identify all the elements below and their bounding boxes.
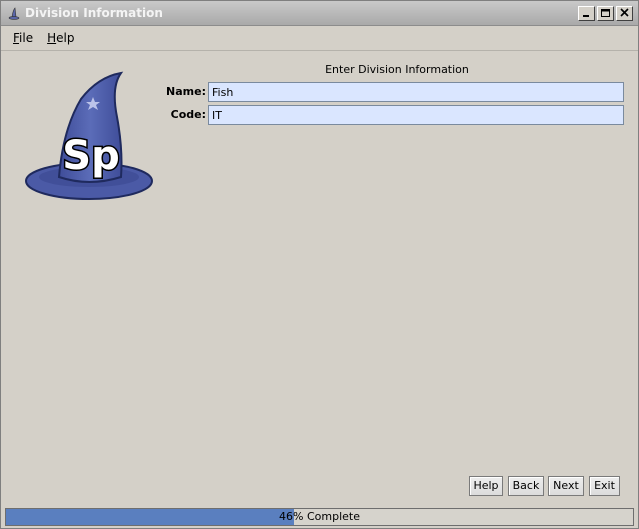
window-controls [576, 6, 633, 21]
menu-help[interactable]: Help [41, 27, 82, 49]
code-input[interactable] [208, 105, 624, 125]
progress-bar: 46% Complete [5, 508, 634, 526]
progress-label: 46% Complete [279, 510, 360, 523]
main-window: Division Information File Help Sp Enter … [0, 0, 639, 529]
exit-button[interactable]: Exit [589, 476, 620, 496]
next-button[interactable]: Next [548, 476, 584, 496]
back-button[interactable]: Back [508, 476, 544, 496]
code-label: Code: [170, 108, 206, 121]
minimize-icon [583, 15, 589, 17]
maximize-button[interactable] [597, 6, 614, 21]
title-bar[interactable]: Division Information [1, 1, 638, 26]
app-icon [8, 7, 20, 20]
maximize-icon [601, 9, 610, 17]
menu-file[interactable]: File [1, 27, 41, 49]
help-button[interactable]: Help [469, 476, 503, 496]
window-title: Division Information [25, 6, 163, 20]
name-label: Name: [166, 85, 206, 98]
menu-help-rest: elp [56, 31, 75, 45]
logo-text: Sp [62, 133, 119, 179]
wizard-hat-icon: Sp [25, 71, 153, 200]
name-input[interactable] [208, 82, 624, 102]
menu-bar: File Help [1, 26, 638, 51]
minimize-button[interactable] [578, 6, 595, 21]
menu-file-rest: ile [19, 31, 34, 45]
menu-help-mnemonic: H [47, 31, 57, 45]
form-heading: Enter Division Information [325, 63, 469, 76]
close-button[interactable] [616, 6, 633, 21]
close-icon [620, 8, 629, 17]
